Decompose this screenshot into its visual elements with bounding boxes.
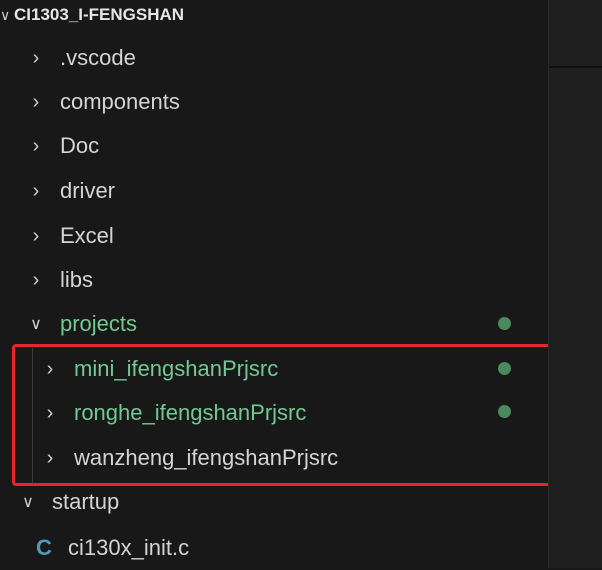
chevron-right-icon: › <box>46 357 54 380</box>
c-file-icon: C <box>36 535 52 560</box>
tree-item-label: mini_ifengshanPrjsrc <box>74 356 279 381</box>
editor-area-edge <box>548 0 602 568</box>
tree-item-label: libs <box>60 267 94 292</box>
tree-item-label: Doc <box>60 133 100 158</box>
chevron-right-icon: › <box>32 179 40 202</box>
chevron-right-icon: › <box>32 268 40 291</box>
chevron-down-icon: ∨ <box>22 494 34 511</box>
tree-item-projects[interactable]: ∨ projects <box>0 302 574 346</box>
chevron-down-icon: ∨ <box>0 6 11 23</box>
tree-item-components[interactable]: › components <box>0 80 574 124</box>
tree-item-ci130x-init-c[interactable]: C ci130x_init.c <box>0 526 584 570</box>
tree-item-label: components <box>60 89 180 114</box>
tree-item-label: wanzheng_ifengshanPrjsrc <box>74 445 339 470</box>
git-modified-dot-icon <box>498 405 511 418</box>
tree-item-driver[interactable]: › driver <box>0 169 574 213</box>
git-modified-dot-icon <box>498 317 511 330</box>
tree-item-label: .vscode <box>60 45 136 70</box>
chevron-down-icon: ∨ <box>30 316 42 333</box>
tree-item-doc[interactable]: › Doc <box>0 124 574 168</box>
tree-item-wanzheng-ifengshanprjsrc[interactable]: › wanzheng_ifengshanPrjsrc <box>0 436 588 480</box>
chevron-right-icon: › <box>32 46 40 69</box>
tree-item-startup[interactable]: ∨ startup <box>0 480 566 524</box>
chevron-right-icon: › <box>32 224 40 247</box>
tree-item-excel[interactable]: › Excel <box>0 214 574 258</box>
tree-item-vscode[interactable]: › .vscode <box>0 36 574 80</box>
chevron-right-icon: › <box>32 134 40 157</box>
tree-item-label: projects <box>60 311 138 336</box>
tree-item-label: driver <box>60 178 116 203</box>
tree-item-label: startup <box>52 489 120 514</box>
tree-item-label: Excel <box>60 223 114 248</box>
tree-item-libs[interactable]: › libs <box>0 258 574 302</box>
explorer-root-header[interactable]: ∨ CI1303_I-FENGSHAN <box>0 0 548 30</box>
root-folder-title: CI1303_I-FENGSHAN <box>14 5 185 24</box>
chevron-right-icon: › <box>32 90 40 113</box>
chevron-right-icon: › <box>46 446 54 469</box>
chevron-right-icon: › <box>46 401 54 424</box>
tree-item-label: ci130x_init.c <box>68 535 190 560</box>
file-explorer: ∨ CI1303_I-FENGSHAN › .vscode › componen… <box>0 0 565 568</box>
tab-bar-divider <box>549 66 602 68</box>
tree-item-label: ronghe_ifengshanPrjsrc <box>74 400 307 425</box>
git-modified-dot-icon <box>498 362 511 375</box>
